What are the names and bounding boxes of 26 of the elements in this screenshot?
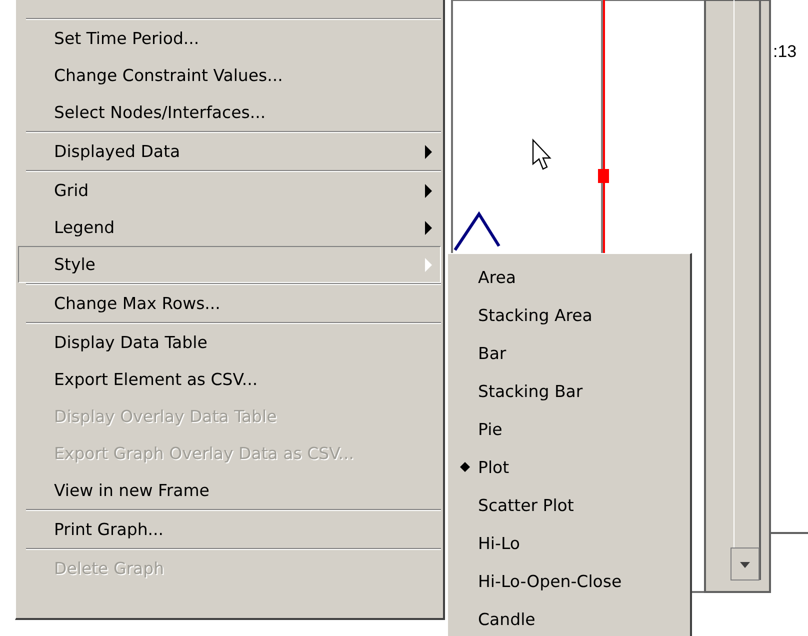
menu-item[interactable]: Style xyxy=(18,246,441,283)
menu-item[interactable]: Change Max Rows... xyxy=(18,285,441,322)
menu-item[interactable]: Area xyxy=(448,258,690,296)
menu-item[interactable]: Displayed Data xyxy=(18,133,441,170)
menu-item[interactable]: Candle xyxy=(448,600,690,636)
menu-item[interactable]: Stacking Area xyxy=(448,296,690,334)
menu-item[interactable]: Change Constraint Values... xyxy=(18,57,441,94)
menu-item[interactable]: View in new Frame xyxy=(18,472,441,509)
menu-item[interactable]: Scatter Plot xyxy=(448,486,690,524)
menu-item[interactable]: Legend xyxy=(18,209,441,246)
axis-label: :13 xyxy=(773,42,797,62)
pointer-icon xyxy=(532,138,552,170)
menu-item[interactable]: Select Nodes/Interfaces... xyxy=(18,94,441,131)
menu-item[interactable]: Plot xyxy=(448,448,690,486)
menu-item[interactable]: Pie xyxy=(448,410,690,448)
menu-item[interactable]: Set Time Period... xyxy=(18,20,441,57)
menu-item[interactable]: Stacking Bar xyxy=(448,372,690,410)
menu-item[interactable]: Export Element as CSV... xyxy=(18,361,441,398)
menu-item[interactable]: Print Graph... xyxy=(18,511,441,548)
menu-item[interactable]: Hi-Lo xyxy=(448,524,690,562)
plot-line xyxy=(454,211,500,251)
menu-item[interactable]: Display Data Table xyxy=(18,324,441,361)
menu-item[interactable]: Hi-Lo-Open-Close xyxy=(448,562,690,600)
scroll-down-button[interactable] xyxy=(730,548,760,580)
menu-item[interactable]: Grid xyxy=(18,172,441,209)
menu-item[interactable]: Bar xyxy=(448,334,690,372)
